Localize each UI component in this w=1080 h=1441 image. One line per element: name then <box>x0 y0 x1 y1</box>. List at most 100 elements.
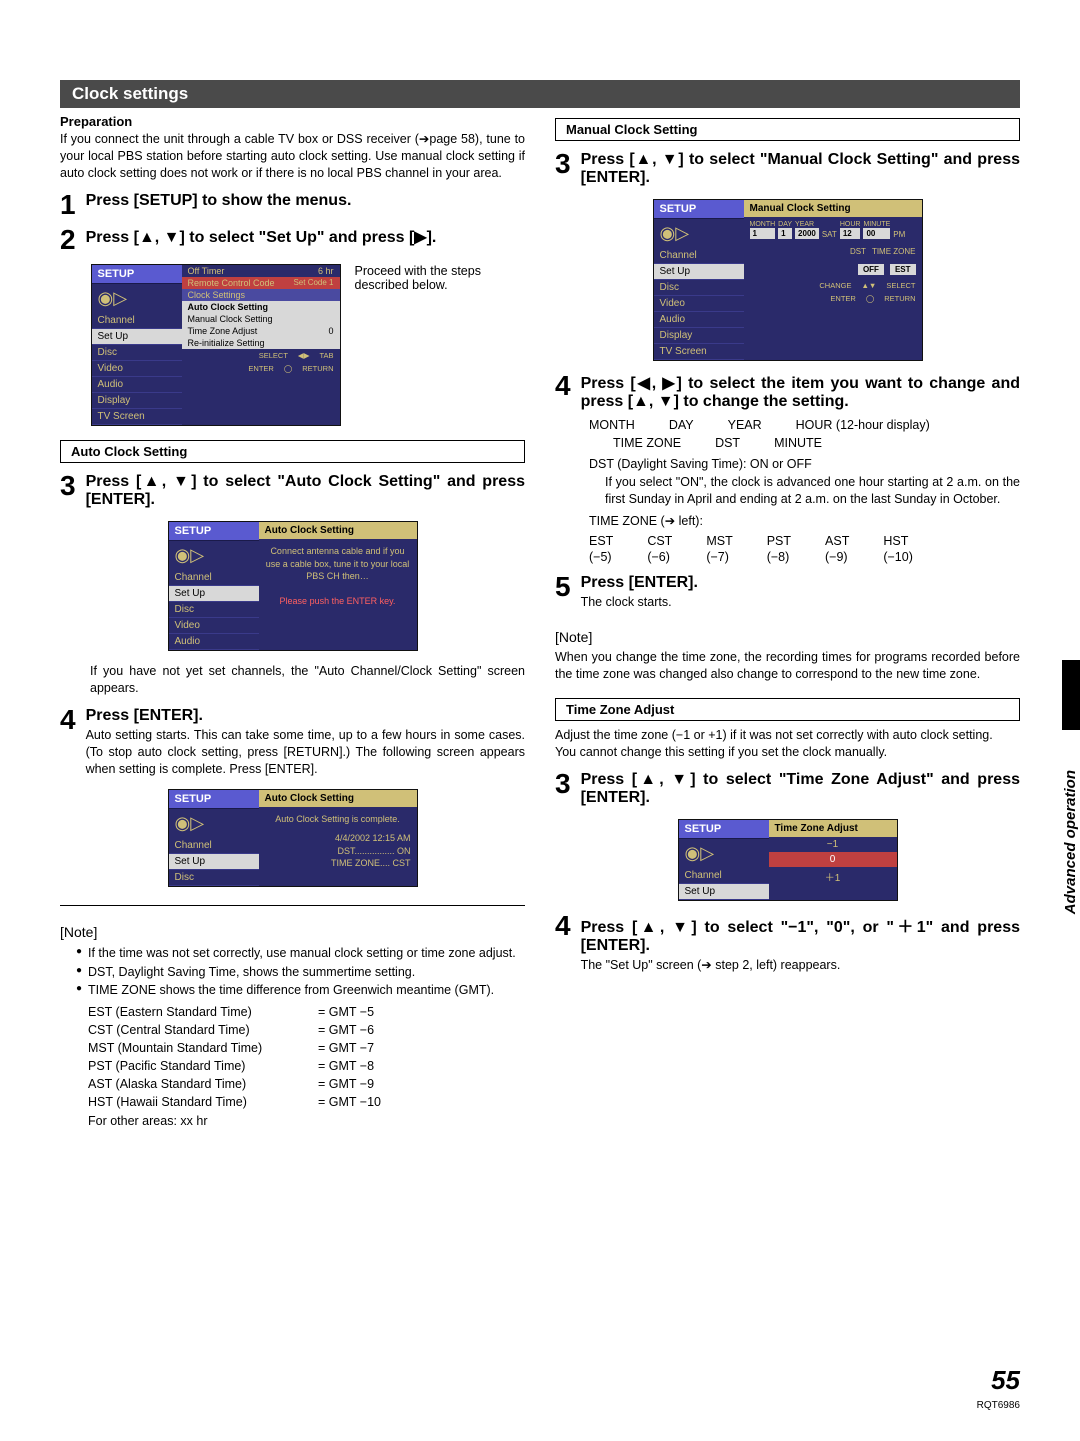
osd-subheading: Clock Settings <box>182 289 340 301</box>
section-side-label: Advanced operation <box>1062 770 1079 914</box>
step-4-auto-label: Press [ENTER]. <box>86 707 525 725</box>
osd-menu-item: Channel <box>654 248 744 264</box>
note-body: When you change the time zone, the recor… <box>555 649 1020 684</box>
step-4-manual: 4 Press [◀, ▶] to select the item you wa… <box>555 373 1020 411</box>
osd-menu-item: Audio <box>654 312 744 328</box>
osd-menu-item-active: Set Up <box>654 264 744 280</box>
step-4-tz: 4 Press [▲, ▼] to select "−1", "0", or "… <box>555 913 1020 974</box>
subsection-auto-clock: Auto Clock Setting <box>60 440 525 463</box>
osd-menu-item: Display <box>92 393 182 409</box>
osd-menu-item: Channel <box>169 838 259 854</box>
osd-menu-item-active: Set Up <box>169 854 259 870</box>
step-4-tz-body: The "Set Up" screen (➔ step 2, left) rea… <box>581 957 1020 974</box>
step-4-auto-body: Auto setting starts. This can take some … <box>86 727 525 778</box>
osd-menu-item: Channel <box>169 570 259 586</box>
step-3-manual: 3 Press [▲, ▼] to select "Manual Clock S… <box>555 151 1020 187</box>
tz-adjust-body-2: You cannot change this setting if you se… <box>555 744 1020 761</box>
step-3-auto: 3 Press [▲, ▼] to select "Auto Clock Set… <box>60 473 525 509</box>
osd-right-header: Time Zone Adjust <box>769 820 897 837</box>
osd-caption: Proceed with the steps described below. <box>355 264 495 292</box>
note-bullet: DST, Daylight Saving Time, shows the sum… <box>76 963 525 981</box>
tz-heading: TIME ZONE (➔ left): <box>589 513 1020 531</box>
step-number: 2 <box>60 227 76 252</box>
preparation-heading: Preparation <box>60 114 525 129</box>
osd-menu-item-active: Set Up <box>169 586 259 602</box>
osd-dst-tz-values: OFFEST <box>744 260 922 279</box>
tz-abbr-row: EST(−5) CST(−6) MST(−7) PST(−8) AST(−9) … <box>589 534 1020 564</box>
step-1: 1 Press [SETUP] to show the menus. <box>60 192 525 217</box>
subsection-manual-clock: Manual Clock Setting <box>555 118 1020 141</box>
step-number: 3 <box>555 151 571 176</box>
step-2-label: Press [▲, ▼] to select "Set Up" and pres… <box>86 227 525 247</box>
osd-menu-item: Channel <box>92 313 182 329</box>
osd-right-line-selected: Remote Control CodeSet Code 1 <box>182 277 340 289</box>
step-3-auto-label: Press [▲, ▼] to select "Auto Clock Setti… <box>86 473 525 509</box>
osd-header: SETUP <box>169 522 259 541</box>
osd-right-highlight: Auto Clock Setting <box>182 301 340 313</box>
note-bullets: If the time was not set correctly, use m… <box>76 944 525 998</box>
step-3-tz-label: Press [▲, ▼] to select "Time Zone Adjust… <box>581 771 1020 807</box>
osd-setup-menu: SETUP ◉▷ Channel Set Up Disc Video Audio… <box>91 264 341 426</box>
osd-right-header: Manual Clock Setting <box>744 200 922 217</box>
osd-right-header: Auto Clock Setting <box>259 790 417 807</box>
osd-menu-item: Disc <box>654 280 744 296</box>
disc-icon: ◉▷ <box>679 839 769 868</box>
disc-icon: ◉▷ <box>92 284 182 313</box>
step-number: 1 <box>60 192 76 217</box>
osd-tz-adjust: SETUP ◉▷ Channel Set Up Time Zone Adjust… <box>678 819 898 901</box>
step-3-manual-label: Press [▲, ▼] to select "Manual Clock Set… <box>581 151 1020 187</box>
osd-right-line: Time Zone Adjust0 <box>182 325 340 337</box>
osd-menu-item: Audio <box>92 377 182 393</box>
step-number: 4 <box>555 373 571 398</box>
step-4-auto: 4 Press [ENTER]. Auto setting starts. Th… <box>60 707 525 778</box>
osd-menu-item: Channel <box>679 868 769 884</box>
osd-message-warning: Please push the ENTER key. <box>259 589 417 614</box>
osd-header: SETUP <box>169 790 259 809</box>
disc-icon: ◉▷ <box>169 541 259 570</box>
page-footer: 55 RQT6986 <box>977 1365 1020 1411</box>
step-4-manual-label: Press [◀, ▶] to select the item you want… <box>581 373 1020 411</box>
step-number: 5 <box>555 574 571 599</box>
page-number: 55 <box>977 1365 1020 1396</box>
osd-auto-clock-prompt: SETUP ◉▷ Channel Set Up Disc Video Audio… <box>168 521 418 651</box>
disc-icon: ◉▷ <box>169 809 259 838</box>
osd-right-line: Off Timer6 hr <box>182 265 340 277</box>
subsection-tz-adjust: Time Zone Adjust <box>555 698 1020 721</box>
osd-right-header: Auto Clock Setting <box>259 522 417 539</box>
editable-items: MONTHDAY YEARHOUR (12-hour display) TIME… <box>589 417 1020 530</box>
preparation-body: If you connect the unit through a cable … <box>60 131 525 182</box>
step-number: 3 <box>555 771 571 796</box>
note-heading: [Note] <box>60 924 525 940</box>
osd-option-selected: 0 <box>769 852 897 867</box>
osd-dst-tz-labels: DSTTIME ZONE <box>744 243 922 260</box>
osd-header: SETUP <box>679 820 769 839</box>
osd-menu-item: Disc <box>169 602 259 618</box>
step-number: 3 <box>60 473 76 498</box>
osd-right-line: Re-initialize Setting <box>182 337 340 349</box>
osd-auto-clock-complete: SETUP ◉▷ Channel Set Up Disc Auto Clock … <box>168 789 418 887</box>
osd-menu-item-active: Set Up <box>92 329 182 345</box>
section-title: Clock settings <box>60 80 1020 108</box>
step-1-label: Press [SETUP] to show the menus. <box>86 192 525 210</box>
osd-message: Connect antenna cable and if you use a c… <box>259 539 417 589</box>
osd-menu-item: Disc <box>92 345 182 361</box>
osd-date-row: MONTH1 DAY1 YEAR2000 SAT HOUR12 MINUTE00… <box>744 217 922 243</box>
osd-menu-item-active: Set Up <box>679 884 769 900</box>
divider <box>60 905 525 906</box>
osd-menu-item: Audio <box>169 634 259 650</box>
osd-menu-item: Disc <box>169 870 259 886</box>
edge-tab <box>1062 660 1080 730</box>
osd-menu-item: Display <box>654 328 744 344</box>
osd-result-lines: 4/4/2002 12:15 AM DST................ ON… <box>259 832 417 876</box>
right-column: Manual Clock Setting 3 Press [▲, ▼] to s… <box>555 114 1020 1130</box>
osd-option: ＋1 <box>769 867 897 886</box>
step-number: 4 <box>555 913 571 938</box>
note-bullet: TIME ZONE shows the time difference from… <box>76 981 525 999</box>
tz-adjust-body-1: Adjust the time zone (−1 or +1) if it wa… <box>555 727 1020 744</box>
osd-menu-item: TV Screen <box>654 344 744 360</box>
osd-header: SETUP <box>92 265 182 284</box>
osd-option: −1 <box>769 837 897 852</box>
osd-footer: ENTER◯RETURN <box>182 362 340 375</box>
gmt-table: EST (Eastern Standard Time)= GMT −5 CST … <box>88 1003 525 1130</box>
step-2: 2 Press [▲, ▼] to select "Set Up" and pr… <box>60 227 525 252</box>
